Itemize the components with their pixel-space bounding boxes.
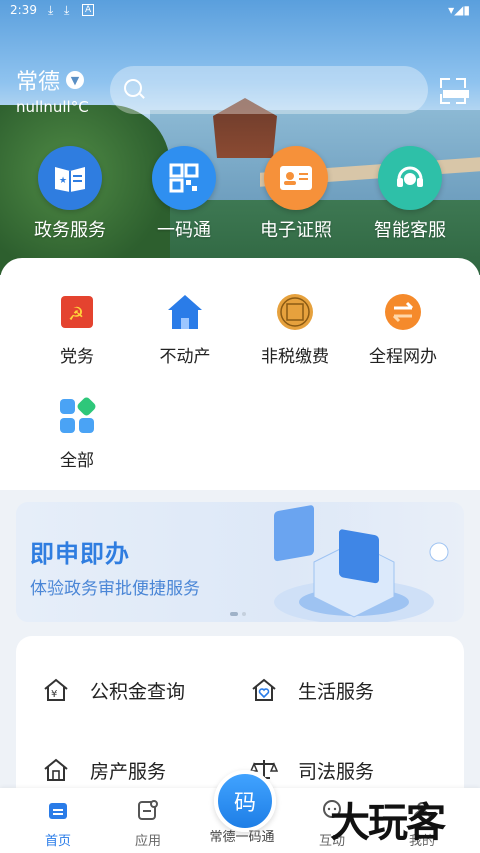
download-icon: ⤓ xyxy=(64,3,70,17)
coin-seal-icon xyxy=(275,292,315,332)
fund-house-icon: ¥ xyxy=(44,678,68,701)
scan-icon[interactable] xyxy=(440,78,469,104)
weather-text: nullnull°C xyxy=(16,98,89,116)
service-full-online[interactable]: 全程网办 xyxy=(348,292,458,367)
search-bar[interactable] xyxy=(110,66,428,114)
banner-illustration xyxy=(274,505,449,622)
quick-action-gov-services[interactable]: ★ 政务服务 xyxy=(20,146,120,242)
headset-icon xyxy=(378,146,442,210)
banner-title: 即申即办 xyxy=(30,540,130,568)
svg-text:★: ★ xyxy=(59,176,67,186)
status-bar: 2:39 ⤓ ⤓ A ▾◢▮ xyxy=(0,0,480,22)
tab-home[interactable]: 首页 xyxy=(18,798,98,849)
tab-one-code-label: 常德一码通 xyxy=(209,830,275,845)
tab-apps[interactable]: 应用 xyxy=(108,798,188,849)
featured-justice-services[interactable]: 司法服务 xyxy=(250,756,374,784)
heart-house-icon xyxy=(252,678,276,701)
banner-pager xyxy=(230,612,246,616)
property-icon xyxy=(44,758,68,781)
featured-fund-query[interactable]: ¥ 公积金查询 xyxy=(42,676,185,704)
exchange-icon xyxy=(383,292,423,332)
featured-property-services[interactable]: 房产服务 xyxy=(42,756,166,784)
id-card-icon xyxy=(264,146,328,210)
house-icon xyxy=(165,292,205,332)
qrcode-icon xyxy=(152,146,216,210)
apps-icon xyxy=(138,800,158,820)
quick-action-one-code[interactable]: 一码通 xyxy=(134,146,234,242)
one-code-fab-button[interactable]: 码 xyxy=(214,770,276,832)
status-time: 2:39 xyxy=(10,3,37,17)
grid-icon xyxy=(57,396,97,436)
city-selector[interactable]: 常德 ▼ xyxy=(16,64,85,96)
banner-subtitle: 体验政务审批便捷服务 xyxy=(30,579,200,599)
service-all[interactable]: 全部 xyxy=(22,396,132,471)
download-icon: ⤓ xyxy=(48,3,54,17)
home-icon xyxy=(49,803,67,819)
quick-action-smart-service[interactable]: 智能客服 xyxy=(360,146,460,242)
code-glyph-icon: 码 xyxy=(233,791,256,816)
chevron-down-icon: ▼ xyxy=(66,71,85,89)
svg-text:☭: ☭ xyxy=(68,304,84,325)
promo-banner[interactable]: 即申即办 体验政务审批便捷服务 xyxy=(16,502,464,622)
svg-text:¥: ¥ xyxy=(51,689,57,700)
book-icon: ★ xyxy=(38,146,102,210)
app-notification-icon: A xyxy=(82,4,95,16)
service-non-tax-payment[interactable]: 非税缴费 xyxy=(240,292,350,367)
service-party[interactable]: ☭ 党务 xyxy=(22,292,132,367)
service-real-estate[interactable]: 不动产 xyxy=(130,292,240,367)
featured-life-services[interactable]: 生活服务 xyxy=(250,676,374,704)
system-status-icons: ▾◢▮ xyxy=(448,3,470,17)
city-name: 常德 xyxy=(16,70,61,95)
quick-action-e-license[interactable]: 电子证照 xyxy=(246,146,346,242)
search-icon xyxy=(124,79,142,97)
party-flag-icon: ☭ xyxy=(57,292,97,332)
watermark-logo: 大玩客 xyxy=(330,800,446,846)
